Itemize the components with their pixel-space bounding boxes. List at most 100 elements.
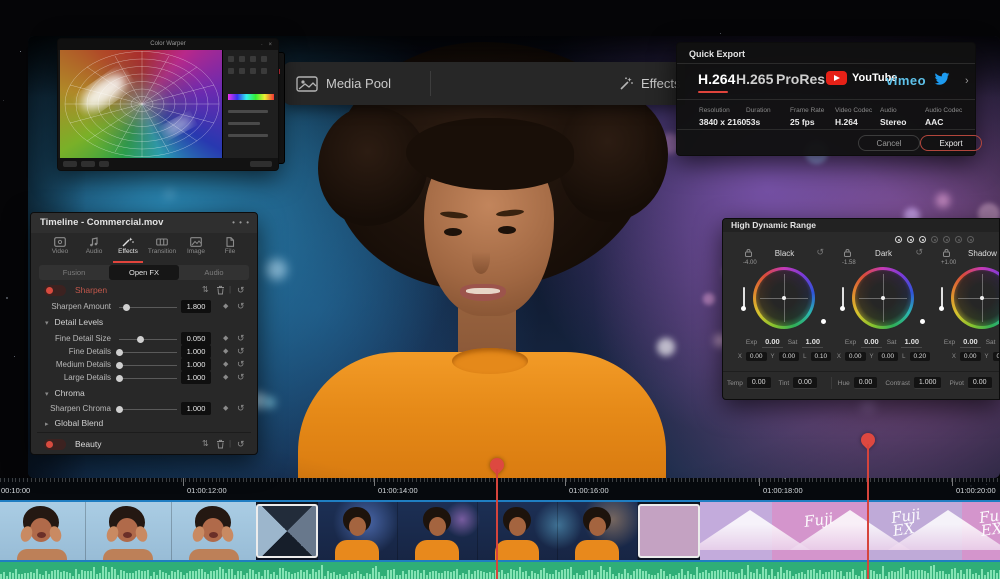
section-global-blend[interactable]: ▸ Global Blend (45, 418, 103, 428)
y-value[interactable]: 0.00 (992, 352, 999, 361)
reorder-icon[interactable]: ⇅ (202, 439, 209, 448)
keyframe-icon[interactable]: ◆ (223, 302, 228, 310)
slider-knob[interactable] (122, 304, 130, 311)
y-value[interactable]: 0.00 (877, 352, 899, 361)
format-vimeo[interactable]: vimeo (886, 73, 926, 88)
tab-image[interactable]: Image (178, 235, 214, 261)
tab-audio[interactable]: Audio (76, 235, 112, 261)
large-details-value[interactable]: 1.000 (181, 371, 211, 384)
reset-icon[interactable]: ↺ (237, 359, 245, 370)
tab-file[interactable]: File (212, 235, 248, 261)
delete-icon[interactable] (216, 285, 225, 295)
format-h264[interactable]: H.264 (698, 71, 735, 87)
exp-value[interactable]: 0.00 (861, 337, 882, 348)
reset-icon[interactable]: ↺ (237, 403, 245, 414)
keyframe-icon[interactable]: ◆ (223, 360, 228, 368)
shadow-color-wheel[interactable] (951, 267, 999, 329)
inspector-menu-icon[interactable]: • • • (232, 213, 250, 233)
reset-icon[interactable]: ↺ (915, 247, 923, 258)
black-sat-handle[interactable] (821, 319, 826, 324)
exp-value[interactable]: 0.00 (960, 337, 981, 348)
black-color-wheel[interactable] (753, 267, 815, 329)
hue-value[interactable]: 0.00 (853, 377, 878, 389)
tint-value[interactable]: 0.00 (793, 377, 817, 389)
sharpen-chroma-slider[interactable] (116, 406, 177, 413)
subtab-audio[interactable]: Audio (179, 265, 249, 280)
effects-button[interactable]: Effects (605, 62, 685, 105)
export-button[interactable]: Export (920, 135, 982, 151)
cross-dissolve-transition[interactable] (638, 504, 700, 558)
large-details-slider[interactable] (116, 375, 177, 382)
format-twitter[interactable] (934, 72, 950, 86)
clip-fuji-mountain[interactable]: Fuji Fuji EX Fuji EX (700, 502, 1000, 560)
y-value[interactable]: 0.00 (778, 352, 800, 361)
audio-track-waveform[interactable] (0, 562, 1000, 579)
reorder-icon[interactable]: ⇅ (202, 285, 209, 294)
slider-knob[interactable] (116, 406, 123, 413)
warper-footer-button[interactable] (99, 161, 109, 167)
shadow-master-slider[interactable] (939, 287, 944, 311)
slider-knob[interactable] (116, 375, 123, 382)
medium-details-value[interactable]: 1.000 (181, 358, 211, 371)
reset-icon[interactable]: ↺ (237, 285, 245, 296)
sharpen-amount-slider[interactable] (119, 304, 177, 311)
keyframe-icon[interactable]: ◆ (223, 347, 228, 355)
delete-icon[interactable] (216, 439, 225, 449)
hdr-zone-icons[interactable] (895, 236, 974, 243)
fine-detail-size-value[interactable]: 0.050 (181, 332, 211, 345)
keyframe-icon[interactable]: ◆ (223, 404, 228, 412)
x-value[interactable]: 0.00 (745, 352, 767, 361)
fine-detail-size-slider[interactable] (119, 336, 177, 343)
temp-value[interactable]: 0.00 (746, 377, 771, 389)
media-pool-button[interactable]: Media Pool (296, 62, 391, 105)
slider-knob[interactable] (116, 362, 123, 369)
sat-value[interactable]: 1.00 (901, 337, 923, 348)
l-value[interactable]: 0.20 (909, 352, 931, 361)
medium-details-slider[interactable] (116, 362, 177, 369)
warper-footer-button[interactable] (63, 161, 77, 167)
dark-master-slider[interactable] (840, 287, 845, 311)
subtab-fusion[interactable]: Fusion (39, 265, 109, 280)
slider-knob[interactable] (137, 336, 145, 343)
reset-icon[interactable]: ↺ (237, 346, 245, 357)
sharpen-amount-value[interactable]: 1.800 (181, 300, 211, 313)
playhead-line[interactable] (496, 469, 498, 579)
clip-orange-sweater-woman[interactable] (318, 502, 638, 560)
sat-value[interactable]: 1.00 (802, 337, 824, 348)
fine-details-value[interactable]: 1.000 (181, 345, 211, 358)
sharpen-chroma-value[interactable]: 1.000 (181, 402, 211, 415)
tab-video[interactable]: Video (42, 235, 78, 261)
warper-footer-button[interactable] (81, 161, 95, 167)
keyframe-icon[interactable]: ◆ (223, 334, 228, 342)
format-prores[interactable]: ProRes (776, 71, 825, 87)
l-value[interactable]: 0.10 (810, 352, 832, 361)
cross-dissolve-transition[interactable] (256, 504, 318, 558)
format-h265[interactable]: H.265 (736, 71, 773, 87)
color-warper-grid[interactable] (60, 50, 224, 158)
timeline-ruler[interactable]: 00:10:00 01:00:12:00 01:00:14:00 01:00:16:0… (0, 478, 1000, 500)
reset-icon[interactable]: ↺ (237, 372, 245, 383)
hue-strip[interactable] (228, 94, 274, 100)
reset-icon[interactable]: ↺ (237, 301, 245, 312)
secondary-marker-line[interactable] (867, 444, 869, 579)
clip-laughing-woman[interactable] (0, 502, 256, 560)
section-chroma[interactable]: ▾ Chroma (45, 388, 85, 398)
x-value[interactable]: 0.00 (844, 352, 866, 361)
section-detail-levels[interactable]: ▾ Detail Levels (45, 317, 103, 327)
slider-knob[interactable] (116, 349, 123, 356)
reset-icon[interactable]: ↺ (237, 333, 245, 344)
formats-chevron-right-icon[interactable]: › (965, 75, 969, 87)
black-master-slider[interactable] (741, 287, 746, 311)
color-warper-window-icons[interactable]: · × (261, 42, 274, 48)
x-value[interactable]: 0.00 (959, 352, 981, 361)
beauty-enable-toggle[interactable] (44, 439, 66, 450)
tab-effects[interactable]: Effects (110, 235, 146, 263)
cancel-button[interactable]: Cancel (858, 135, 920, 151)
reset-icon[interactable]: ↺ (816, 247, 824, 258)
tab-transition[interactable]: Transition (144, 235, 180, 261)
fine-details-slider[interactable] (116, 349, 177, 356)
dark-sat-handle[interactable] (920, 319, 925, 324)
warper-footer-button[interactable] (250, 161, 272, 167)
keyframe-icon[interactable]: ◆ (223, 373, 228, 381)
reset-icon[interactable]: ↺ (237, 439, 245, 450)
